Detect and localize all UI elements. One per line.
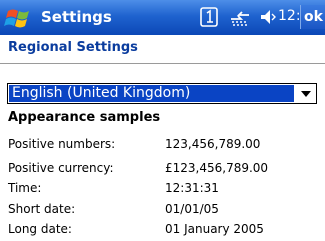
windows-flag-icon <box>4 9 29 28</box>
sample-value: 01/01/05 <box>165 202 219 216</box>
sample-label: Long date: <box>8 222 72 236</box>
sample-row-positive-currency: Positive currency: £123,456,789.00 <box>8 161 268 175</box>
connectivity-status[interactable] <box>229 6 251 28</box>
locale-selected-value[interactable]: English (United Kingdom) <box>9 85 294 102</box>
sample-label: Positive numbers: <box>8 137 116 151</box>
sample-row-time: Time: 12:31:31 <box>8 181 219 195</box>
locale-dropdown[interactable]: English (United Kingdom) <box>7 83 317 104</box>
chevron-down-icon <box>301 90 311 97</box>
ok-button[interactable]: ok <box>300 5 325 29</box>
sim-card-icon <box>200 7 218 27</box>
dropdown-button[interactable] <box>298 86 314 101</box>
sample-value: 123,456,789.00 <box>165 137 261 151</box>
samples-heading: Appearance samples <box>8 110 161 125</box>
app-title: Settings <box>41 8 112 26</box>
sample-row-short-date: Short date: 01/01/05 <box>8 202 219 216</box>
title-divider <box>0 63 325 64</box>
title-bar: Settings 12:32 ok <box>0 0 325 35</box>
sample-label: Short date: <box>8 202 76 216</box>
sample-value: 01 January 2005 <box>165 222 264 236</box>
connectivity-icon <box>231 11 249 26</box>
sample-value: 12:31:31 <box>165 181 219 195</box>
sample-value: £123,456,789.00 <box>165 161 269 175</box>
sim-card-status[interactable] <box>199 6 219 28</box>
sample-label: Positive currency: <box>8 161 114 175</box>
start-button[interactable] <box>4 3 36 33</box>
sample-label: Time: <box>8 181 42 195</box>
volume-status[interactable] <box>259 6 277 28</box>
speaker-icon <box>261 10 276 24</box>
sample-row-positive-numbers: Positive numbers: 123,456,789.00 <box>8 137 260 151</box>
page-title: Regional Settings <box>8 40 138 55</box>
sample-row-long-date: Long date: 01 January 2005 <box>8 222 264 236</box>
